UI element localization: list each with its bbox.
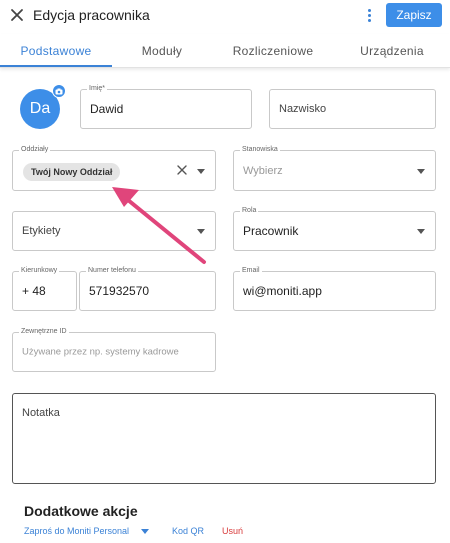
- tab-devices[interactable]: Urządzenia: [334, 34, 450, 68]
- external-id-field[interactable]: Zewnętrzne ID Używane przez np. systemy …: [12, 327, 216, 372]
- last-name-placeholder: Nazwisko: [279, 103, 327, 115]
- save-button[interactable]: Zapisz: [386, 3, 442, 27]
- role-value: Pracownik: [243, 224, 299, 238]
- dial-code-label: Kierunkowy: [19, 266, 60, 276]
- tags-placeholder: Etykiety: [22, 225, 61, 237]
- email-label: Email: [240, 266, 262, 276]
- delete-button[interactable]: Usuń: [222, 526, 243, 536]
- chevron-down-icon[interactable]: [141, 529, 149, 534]
- note-textarea[interactable]: Notatka: [12, 393, 436, 484]
- chevron-down-icon[interactable]: [197, 168, 205, 174]
- first-name-value: Dawid: [90, 102, 124, 116]
- departments-label: Oddziały: [19, 145, 51, 155]
- email-value: wi@moniti.app: [243, 284, 322, 298]
- positions-placeholder: Wybierz: [243, 164, 283, 177]
- phone-value: 571932570: [89, 284, 150, 298]
- chevron-down-icon[interactable]: [417, 168, 425, 174]
- positions-label: Stanowiska: [240, 145, 280, 155]
- chevron-down-icon[interactable]: [417, 229, 425, 234]
- camera-icon[interactable]: [52, 84, 66, 98]
- positions-select[interactable]: Stanowiska Wybierz: [233, 145, 436, 191]
- invite-button[interactable]: Zaproś do Moniti Personal: [24, 526, 129, 536]
- first-name-label: Imię*: [87, 84, 107, 94]
- chevron-down-icon[interactable]: [197, 229, 205, 234]
- active-tab-indicator: [0, 65, 112, 67]
- department-chip[interactable]: Twój Nowy Oddział: [23, 163, 121, 181]
- role-label: Rola: [240, 206, 259, 216]
- tab-bar: Podstawowe Moduły Rozliczeniowe Urządzen…: [0, 34, 450, 68]
- app-header: Edycja pracownika Zapisz: [0, 0, 450, 34]
- role-select[interactable]: Rola Pracownik: [233, 206, 436, 251]
- clear-icon[interactable]: [175, 163, 189, 177]
- extra-actions-title: Dodatkowe akcje: [24, 503, 138, 519]
- dial-code-field[interactable]: Kierunkowy + 48: [12, 266, 77, 311]
- phone-label: Numer telefonu: [86, 266, 138, 276]
- more-vert-icon[interactable]: [364, 5, 374, 25]
- dial-code-value: + 48: [22, 284, 46, 298]
- note-placeholder: Notatka: [22, 407, 60, 419]
- first-name-field[interactable]: Imię* Dawid: [80, 84, 252, 129]
- phone-field[interactable]: Numer telefonu 571932570: [79, 266, 216, 311]
- departments-select[interactable]: Oddziały Twój Nowy Oddział: [12, 145, 216, 191]
- tab-modules[interactable]: Moduły: [112, 34, 212, 68]
- tab-billing[interactable]: Rozliczeniowe: [212, 34, 334, 68]
- tab-basic[interactable]: Podstawowe: [0, 34, 112, 68]
- page-title: Edycja pracownika: [33, 7, 150, 23]
- tags-select[interactable]: Etykiety: [12, 211, 216, 251]
- close-icon[interactable]: [6, 4, 28, 26]
- qr-code-button[interactable]: Kod QR: [172, 526, 204, 536]
- external-id-label: Zewnętrzne ID: [19, 327, 69, 337]
- last-name-field[interactable]: Nazwisko: [269, 89, 436, 129]
- email-field[interactable]: Email wi@moniti.app: [233, 266, 436, 311]
- external-id-placeholder: Używane przez np. systemy kadrowe: [22, 346, 179, 358]
